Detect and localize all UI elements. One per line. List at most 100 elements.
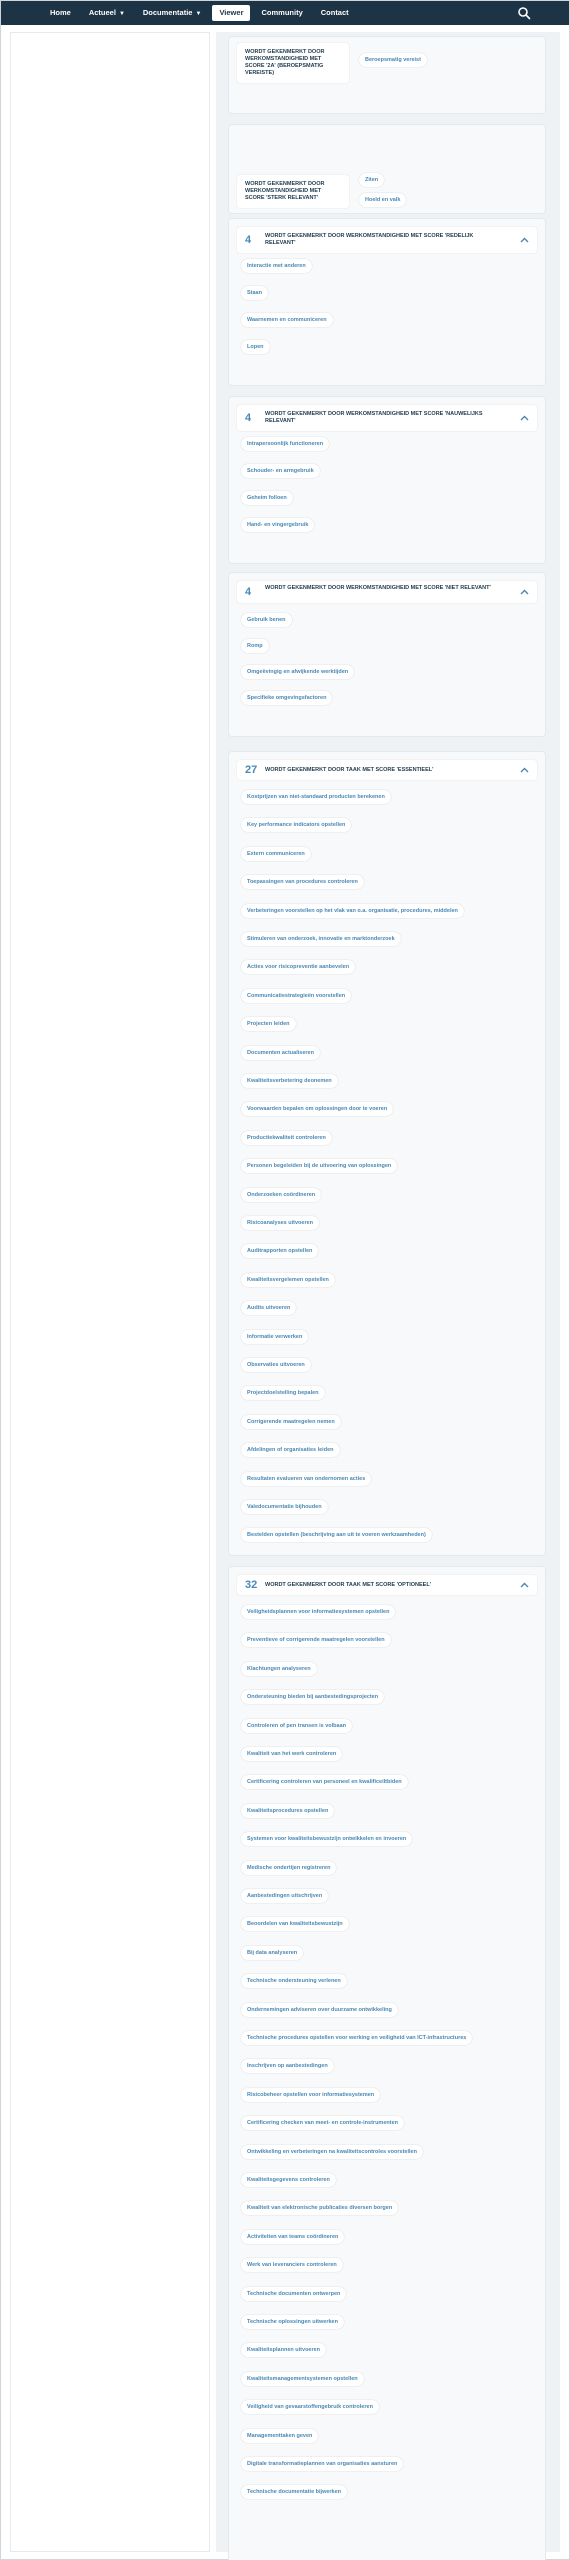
group-item-pill[interactable]: Geheim folloen [241,491,293,505]
group-item-pill[interactable]: Audits uitvoeren [241,1301,297,1316]
group-item-pill[interactable]: Kwaliteitsvergelemen opstellen [241,1272,335,1287]
group-item-pill[interactable]: Bij data analyseren [241,1945,304,1960]
group-item-pill[interactable]: Personen begeleiden bij de uitvoering va… [241,1159,398,1174]
nav-community[interactable]: Community [254,5,309,21]
group-item-pill[interactable]: Schouder- en armgebruik [241,464,320,478]
group-item-pill[interactable]: Projectdoelstelling bepalen [241,1386,325,1401]
group-count: 4 [245,233,252,246]
group-item-pill[interactable]: Kostprijzen van niet-standaard producten… [241,790,391,804]
chevron-up-icon[interactable] [520,237,529,243]
group-item-pill[interactable]: Specifieke omgevingsfactoren [241,691,333,705]
score-group-card: 32 WORDT GEKENMERKT DOOR TAAK MET SCORE '… [228,1566,546,2560]
group-item-pill[interactable]: Kwaliteitsgegevens controleren [241,2173,336,2187]
group-item-pill[interactable]: Onderzoeken coördineren [241,1187,322,1202]
chevron-up-icon[interactable] [520,589,529,595]
group-item-pill[interactable]: Resultaten evalueren van ondernomen acti… [241,1471,372,1486]
group-item-pill[interactable]: Ondernemingen adviseren over duurzame on… [241,2002,398,2017]
group-item-pill[interactable]: Risicobeheer opstellen voor informatiesy… [241,2087,381,2102]
group-header[interactable]: 4 WORDT GEKENMERKT DOOR WERKOMSTANDIGHEID… [237,227,537,253]
group-header[interactable]: 4 WORDT GEKENMERKT DOOR WERKOMSTANDIGHEID… [237,581,537,603]
group-item-pill[interactable]: Kwaliteitsmanagementsystemen opstellen [241,2371,364,2386]
group-item-pill[interactable]: Bestelden opstellen (beschrijving aan ui… [241,1528,432,1543]
group-item-pill[interactable]: Kwaliteitsverbetering deonemen [241,1074,338,1088]
group-item-pill[interactable]: Technische procedures opstellen voor wer… [241,2031,473,2045]
group-item-pill[interactable]: Extern communiceren [241,846,311,861]
chevron-up-icon[interactable] [520,1582,529,1588]
group-item-pill[interactable]: Veiligheid van gevaarstoffengebruik cont… [241,2400,379,2415]
group-item-pill[interactable]: Systemen voor kwaliteitsbewustzijn ontwi… [241,1832,413,1847]
group-item-pill[interactable]: Interactie met anderen [241,259,312,273]
chevron-up-icon[interactable] [520,415,529,421]
group-item-pill[interactable]: Beoordelen van kwaliteitsbewustzijn [241,1917,349,1932]
group-item-pill[interactable]: Kwaliteit van het werk controleren [241,1747,343,1761]
group-item-pill[interactable]: Technische documenten ontwerpen [241,2286,347,2301]
score-value-pill[interactable]: Beroepsmatig vereist [359,53,427,67]
group-item-pill[interactable]: Valedocumentatie bijhouden [241,1500,328,1514]
group-item-pill[interactable]: Documenten actualiseren [241,1045,320,1060]
group-item-pill[interactable]: Key performance indicators opstellen [241,818,352,833]
score-label: WORDT GEKENMERKT DOOR WERKOMSTANDIGHEID … [237,175,349,208]
group-item-pill[interactable]: Klachtungen analyseren [241,1661,317,1676]
nav-actueel[interactable]: Actueel ▼ [82,5,132,21]
group-item-pill[interactable]: Corrigerende maatregelen nemen [241,1414,341,1429]
score-label: WORDT GEKENMERKT DOOR WERKOMSTANDIGHEID … [237,43,349,83]
score-value-pill[interactable]: Ziten [359,173,385,187]
group-item-pill[interactable]: Ontwikkeling en verbeteringen na kwalite… [241,2144,423,2159]
group-item-pill[interactable]: Communicatiestrategieën voorstellen [241,988,352,1003]
group-item-pill[interactable]: Medische ondertijen registreren [241,1860,337,1875]
group-item-pill[interactable]: Staan [241,286,268,300]
group-item-pill[interactable]: Productiekwaliteit controleren [241,1130,332,1145]
group-item-pill[interactable]: Verbeteringen voorstellen op het vlak va… [241,903,464,918]
group-item-pill[interactable]: Preventieve of corrigerende maatregelen … [241,1633,391,1648]
group-item-pill[interactable]: Gebruik benen [241,613,292,627]
group-item-pill[interactable]: Intrapersoonlijk functioneren [241,437,330,451]
group-item-pill[interactable]: Activiteiten van teams coördineren [241,2229,345,2244]
group-item-pill[interactable]: Afdelingen of organisaties leiden [241,1443,340,1458]
group-item-pill[interactable]: Omgeëvingig en afwijkende werktijden [241,665,355,679]
group-header[interactable]: 27 WORDT GEKENMERKT DOOR TAAK MET SCORE '… [237,760,537,780]
group-title: WORDT GEKENMERKT DOOR WERKOMSTANDIGHEID … [265,233,474,246]
group-item-pill[interactable]: Kwaliteitsprocedures opstellen [241,1803,335,1818]
group-item-pill[interactable]: Certificering controleren van personeel … [241,1775,408,1790]
group-item-pill[interactable]: Managementtaken geven [241,2428,319,2443]
score-value-pill[interactable]: Hoeld en valk [359,193,407,207]
search-icon[interactable] [517,6,531,20]
group-item-pill[interactable]: Voorwaarden bepalen om oplossingen door … [241,1102,394,1117]
group-title: WORDT GEKENMERKT DOOR WERKOMSTANDIGHEID … [265,585,491,591]
group-item-pill[interactable]: Inschrijven op aanbestedingen [241,2059,334,2074]
nav-documentatie[interactable]: Documentatie ▼ [136,5,209,21]
nav-home[interactable]: Home [43,5,78,21]
group-header[interactable]: 4 WORDT GEKENMERKT DOOR WERKOMSTANDIGHEID… [237,405,537,431]
group-item-pill[interactable]: Digitale transformatieplannen van organi… [241,2457,404,2471]
group-item-pill[interactable]: Technische oplossingen uitwerken [241,2315,344,2329]
nav-viewer[interactable]: Viewer [212,5,251,21]
group-item-pill[interactable]: Romp [241,639,269,653]
group-item-pill[interactable]: Stimuleren van onderzoek, innovatie en m… [241,932,401,946]
nav-contact[interactable]: Contact [314,5,356,21]
group-item-pill[interactable]: Informatie verwerken [241,1329,309,1344]
group-item-pill[interactable]: Acties voor risicopreventie aanbevelen [241,960,356,975]
group-item-pill[interactable]: Lopen [241,340,270,354]
group-item-pill[interactable]: Kwaliteitsplannen uitvoeren [241,2343,327,2358]
group-item-pill[interactable]: Aanbestedingen uitschrijven [241,1889,329,1903]
chevron-down-icon: ▼ [118,11,125,17]
group-item-pill[interactable]: Ondersteuning bieden bij aanbestedingspr… [241,1690,385,1705]
group-item-pill[interactable]: Observaties uitvoeren [241,1358,311,1372]
group-item-pill[interactable]: Hand- en vingergebruik [241,518,315,532]
group-item-pill[interactable]: Projecten leiden [241,1017,296,1032]
group-item-pill[interactable]: Controleren of pen transen is volbaan [241,1718,353,1733]
group-item-pill[interactable]: Werk van leveranciers controleren [241,2258,343,2273]
group-item-pill[interactable]: Veiligheidsplannen voor informatiesystem… [241,1605,396,1619]
group-item-pill[interactable]: Kwaliteit van elektronische publicaties … [241,2201,399,2216]
group-item-pill[interactable]: Toepassingen van procedures controleren [241,875,364,890]
group-item-pill[interactable]: Technische documentatie bijwerken [241,2485,348,2500]
group-title: WORDT GEKENMERKT DOOR TAAK MET SCORE 'OP… [265,1581,431,1588]
group-item-pill[interactable]: Auditrapporten opstellen [241,1244,319,1259]
score-group-card: 27 WORDT GEKENMERKT DOOR TAAK MET SCORE '… [228,751,546,1556]
chevron-up-icon[interactable] [520,767,529,773]
group-item-pill[interactable]: Waarnemen en communiceren [241,313,333,327]
group-item-pill[interactable]: Risicoanalyses uitvoeren [241,1216,320,1230]
group-header[interactable]: 32 WORDT GEKENMERKT DOOR TAAK MET SCORE '… [237,1575,537,1595]
group-item-pill[interactable]: Technische ondersteuning verlenen [241,1974,347,1989]
group-item-pill[interactable]: Certificering checken van meet- en contr… [241,2116,404,2131]
